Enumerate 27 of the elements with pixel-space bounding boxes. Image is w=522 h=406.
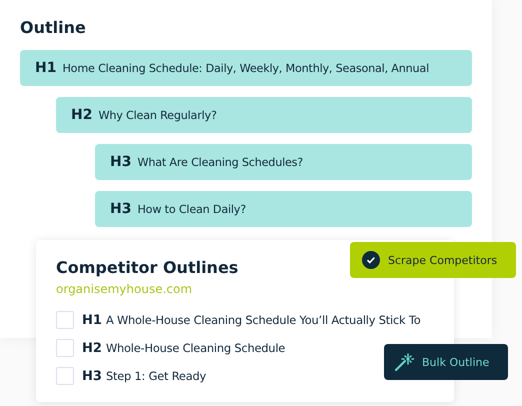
heading-text: How to Clean Daily? [137, 202, 246, 216]
competitor-title: Competitor Outlines [56, 258, 238, 277]
bulk-outline-button[interactable]: Bulk Outline [384, 344, 508, 380]
magic-wand-icon [394, 352, 414, 372]
outline-heading[interactable]: H3 What Are Cleaning Schedules? [95, 144, 472, 180]
heading-level: H2 [71, 107, 92, 123]
checkbox[interactable] [56, 367, 74, 385]
heading-text: Step 1: Get Ready [106, 369, 206, 383]
outline-heading[interactable]: H1 Home Cleaning Schedule: Daily, Weekly, Monthly, Seasonal, Annual [20, 50, 472, 86]
heading-level: H2 [82, 340, 102, 356]
heading-level: H3 [110, 154, 132, 170]
heading-text: A Whole-House Cleaning Schedule You’ll Actually Stick To [106, 313, 420, 327]
checkbox[interactable] [56, 339, 74, 357]
heading-level: H1 [35, 60, 56, 76]
outline-heading[interactable]: H3 How to Clean Daily? [95, 191, 472, 227]
scrape-button[interactable]: Scrape Competitors [350, 242, 516, 278]
heading-text: Home Cleaning Schedule: Daily, Weekly, Monthly, Seasonal, Annual [62, 62, 429, 74]
heading-text: Whole-House Cleaning Schedule [106, 341, 286, 355]
heading-level: H3 [110, 201, 132, 217]
checkbox[interactable] [56, 311, 74, 329]
heading-level: H1 [82, 312, 102, 328]
heading-text: What Are Cleaning Schedules? [137, 156, 304, 168]
check-icon [362, 251, 380, 269]
heading-level: H3 [82, 368, 102, 384]
heading-text: Why Clean Regularly? [98, 108, 217, 122]
outline-title: Outline [20, 18, 87, 37]
outline-heading[interactable]: H2 Why Clean Regularly? [56, 97, 472, 133]
